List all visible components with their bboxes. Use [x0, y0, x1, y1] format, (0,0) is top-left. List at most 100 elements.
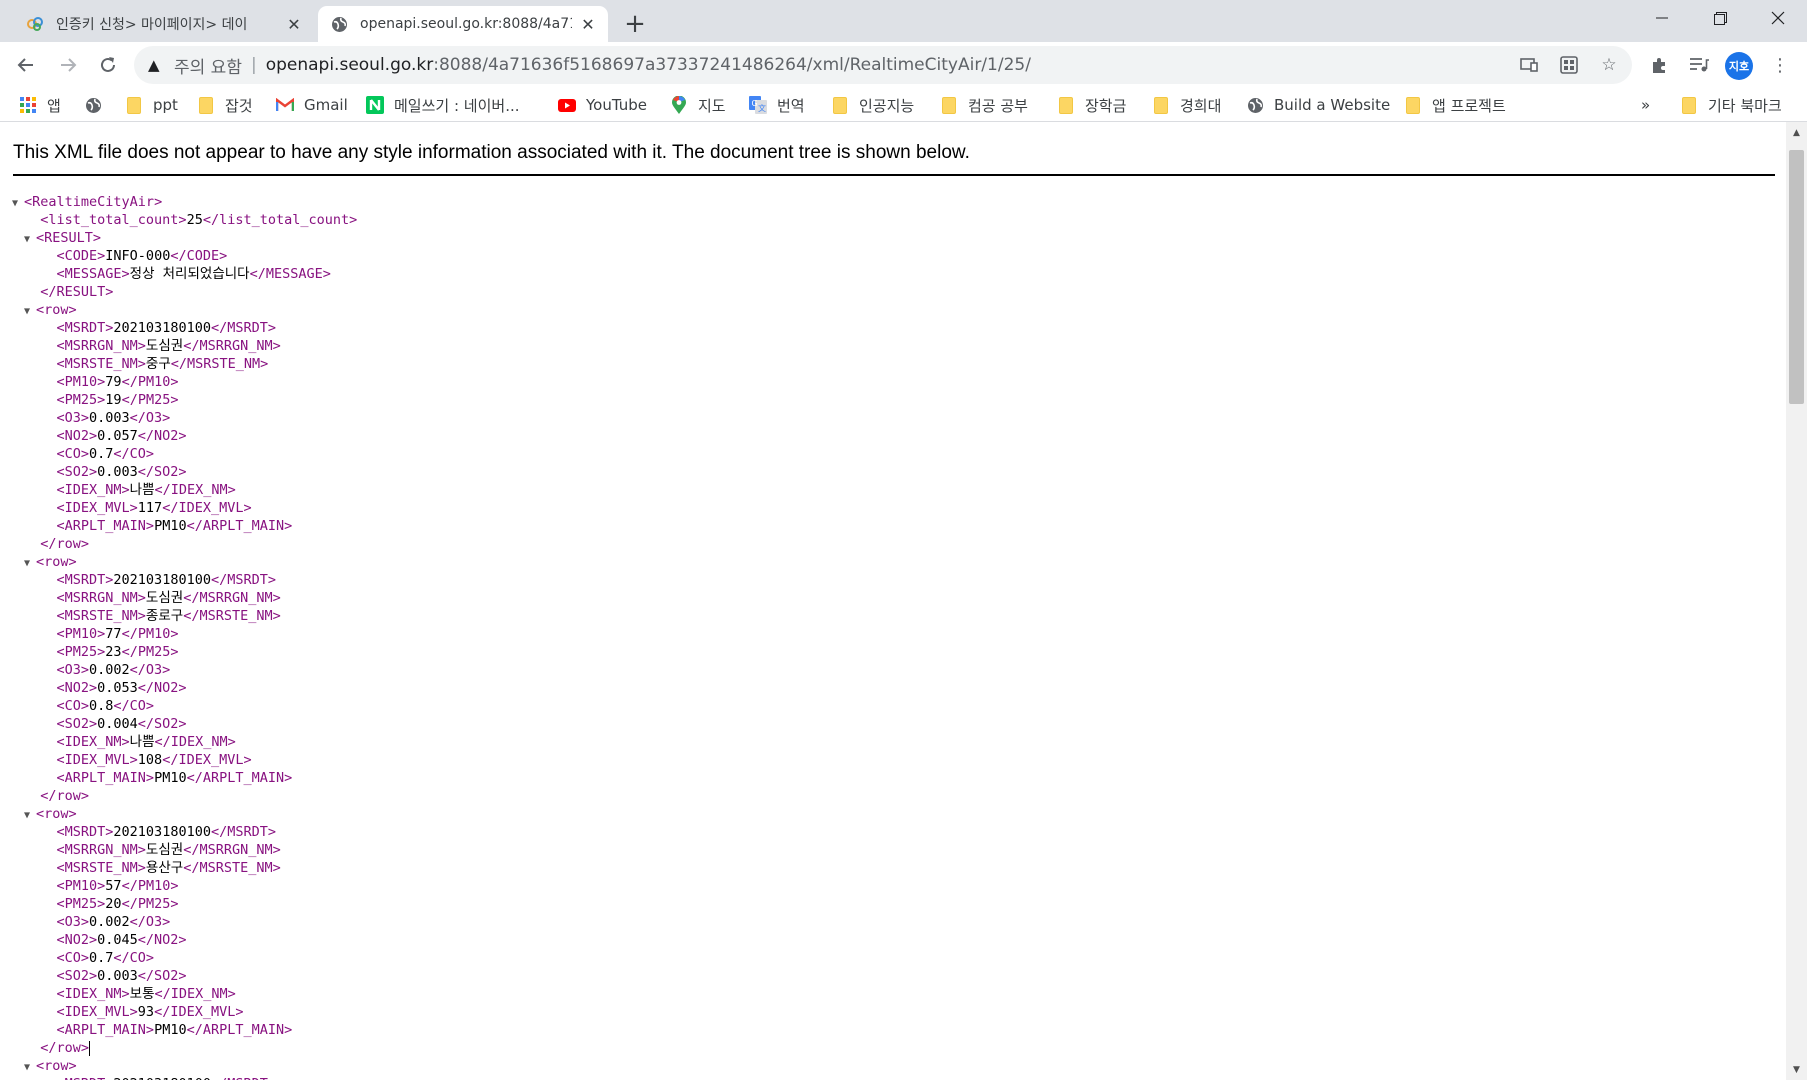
tab-seoul-openapi-mypage[interactable]: 인증키 신청> 마이페이지> 데이 ✕	[14, 6, 314, 42]
url-path: :8088/4a71636f5168697a37337241486264/xml…	[433, 55, 1031, 75]
bookmark-maps[interactable]: 지도	[670, 92, 726, 118]
media-queue-icon[interactable]	[1683, 49, 1715, 81]
xml-value: 0.002	[89, 662, 130, 678]
other-bookmarks-folder[interactable]: 기타 북마크	[1680, 92, 1782, 118]
maps-pin-icon	[670, 95, 688, 114]
xml-line: <IDEX_NM>보통</IDEX_NM>	[56, 986, 236, 1002]
xml-line: <O3>0.002</O3>	[56, 662, 171, 678]
xml-value: 정상 처리되었습니다	[129, 266, 250, 282]
globe-icon	[330, 15, 348, 33]
tab-strip: 인증키 신청> 마이페이지> 데이 ✕ openapi.seoul.go.kr:…	[0, 0, 1807, 42]
xml-value: PM10	[154, 518, 187, 534]
xml-line: <PM10>77</PM10>	[56, 626, 179, 642]
tab-openapi-xml[interactable]: openapi.seoul.go.kr:8088/4a716 ✕	[318, 6, 608, 42]
bookmark-folder-cs-study[interactable]: 컴공 공부	[940, 92, 1028, 118]
xml-line: <MSRDT>202103180100</MSRDT>	[56, 824, 276, 840]
back-arrow-icon[interactable]	[10, 49, 42, 81]
reload-icon[interactable]	[92, 49, 124, 81]
info-divider	[13, 174, 1775, 176]
globe-icon	[1246, 96, 1264, 114]
bookmark-folder-japgeot[interactable]: 잡것	[197, 92, 253, 118]
xml-line: <MSRDT>202103180100</MSRDT>	[12, 1075, 357, 1080]
xml-line: </row>	[40, 1040, 91, 1056]
xml-line: <PM10>79</PM10>	[56, 374, 179, 390]
xml-line: <MSRSTE_NM>용산구</MSRSTE_NM>	[56, 860, 281, 876]
xml-style-info-message: This XML file does not appear to have an…	[13, 142, 970, 163]
bookmark-label: 경희대	[1180, 96, 1222, 115]
xml-line: <O3>0.002</O3>	[56, 914, 171, 930]
xml-value: 202103180100	[113, 824, 211, 840]
close-tab-icon[interactable]: ✕	[578, 14, 598, 34]
bookmark-build-a-website[interactable]: Build a Website	[1246, 92, 1390, 118]
xml-document-tree: ▼ <RealtimeCityAir> <list_total_count>25<…	[12, 193, 357, 1080]
tab-title: openapi.seoul.go.kr:8088/4a716	[360, 16, 572, 32]
bookmark-apps[interactable]: 앱	[19, 92, 61, 118]
xml-value: 중구	[145, 356, 171, 372]
bookmark-translate[interactable]: G文 번역	[749, 92, 805, 118]
bookmark-folder-khu[interactable]: 경희대	[1152, 92, 1221, 118]
bookmark-label: 지도	[698, 96, 726, 115]
folder-icon	[940, 96, 958, 114]
url-host: openapi.seoul.go.kr	[265, 55, 434, 75]
xml-line: <NO2>0.057</NO2>	[56, 428, 187, 444]
bookmark-label: 장학금	[1085, 96, 1127, 115]
bookmark-folder-scholarship[interactable]: 장학금	[1057, 92, 1126, 118]
bookmark-label: 잡것	[225, 96, 253, 115]
close-tab-icon[interactable]: ✕	[284, 14, 304, 34]
folder-icon	[1057, 96, 1075, 114]
new-tab-plus-icon[interactable]: +	[620, 9, 650, 39]
xml-line: <MSRDT>202103180100</MSRDT>	[56, 320, 276, 336]
bookmark-gmail[interactable]: Gmail	[276, 92, 348, 118]
warning-triangle-icon[interactable]: ▲	[148, 56, 168, 74]
scrollbar-thumb[interactable]	[1789, 150, 1804, 404]
bookmark-naver-mail[interactable]: 메일쓰기 : 네이버...	[366, 92, 520, 118]
close-window-icon[interactable]	[1750, 0, 1806, 36]
extensions-puzzle-icon[interactable]	[1643, 49, 1675, 81]
xml-line: <MSRSTE_NM>중구</MSRSTE_NM>	[56, 356, 269, 372]
folder-icon	[831, 96, 849, 114]
scroll-down-arrow-icon[interactable]: ▼	[1786, 1061, 1807, 1078]
bookmark-star-icon[interactable]: ☆	[1595, 51, 1623, 79]
xml-line: ▼ <row>	[12, 301, 357, 319]
scroll-up-arrow-icon[interactable]: ▲	[1786, 124, 1807, 141]
bookmark-globe[interactable]	[84, 92, 112, 118]
xml-value: 0.7	[89, 446, 114, 462]
bookmark-folder-app-project[interactable]: 앱 프로젝트	[1404, 92, 1506, 118]
xml-value: 79	[105, 374, 122, 390]
bookmark-youtube[interactable]: YouTube	[558, 92, 647, 118]
vertical-scrollbar[interactable]: ▲ ▼	[1786, 122, 1807, 1080]
xml-value: 0.003	[97, 968, 138, 984]
xml-line: <IDEX_MVL>93</IDEX_MVL>	[56, 1004, 244, 1020]
xml-value: 도심권	[145, 590, 184, 606]
bookmark-folder-ppt[interactable]: ppt	[125, 92, 178, 118]
xml-value: 0.8	[89, 698, 114, 714]
xml-line: </row>	[40, 788, 90, 804]
xml-line: <MSRSTE_NM>종로구</MSRSTE_NM>	[56, 608, 281, 624]
page-viewport: This XML file does not appear to have an…	[0, 122, 1786, 1080]
profile-avatar[interactable]: 지호	[1725, 52, 1753, 80]
xml-line: <PM10>57</PM10>	[56, 878, 179, 894]
more-menu-icon[interactable]: ⋮	[1764, 49, 1796, 81]
xml-value: 117	[137, 500, 163, 516]
xml-value: 0.003	[97, 464, 138, 480]
cast-screen-icon[interactable]	[1515, 51, 1543, 79]
bookmark-folder-ai[interactable]: 인공지능	[831, 92, 914, 118]
gmail-icon	[276, 96, 294, 114]
xml-line: <CO>0.7</CO>	[56, 446, 155, 462]
minimize-window-icon[interactable]	[1634, 0, 1690, 36]
xml-value: 도심권	[145, 842, 184, 858]
forward-arrow-icon[interactable]	[52, 49, 84, 81]
xml-value: 나쁨	[129, 734, 155, 750]
xml-line: <MSRRGN_NM>도심권</MSRRGN_NM>	[56, 842, 281, 858]
restore-window-icon[interactable]	[1692, 0, 1748, 36]
bookmarks-overflow-chevron-icon[interactable]: »	[1641, 92, 1650, 118]
address-bar[interactable]: ▲ 주의 요함 | openapi.seoul.go.kr:8088/4a716…	[134, 46, 1632, 84]
xml-line: </RESULT>	[40, 284, 114, 300]
xml-value: 93	[137, 1004, 155, 1020]
bookmark-label: 앱 프로젝트	[1432, 96, 1506, 115]
folder-icon	[1404, 96, 1422, 114]
xml-value: 25	[186, 212, 203, 228]
translate-page-icon[interactable]	[1555, 51, 1583, 79]
security-status[interactable]: 주의 요함	[174, 53, 242, 78]
xml-line: <SO2>0.003</SO2>	[56, 464, 187, 480]
